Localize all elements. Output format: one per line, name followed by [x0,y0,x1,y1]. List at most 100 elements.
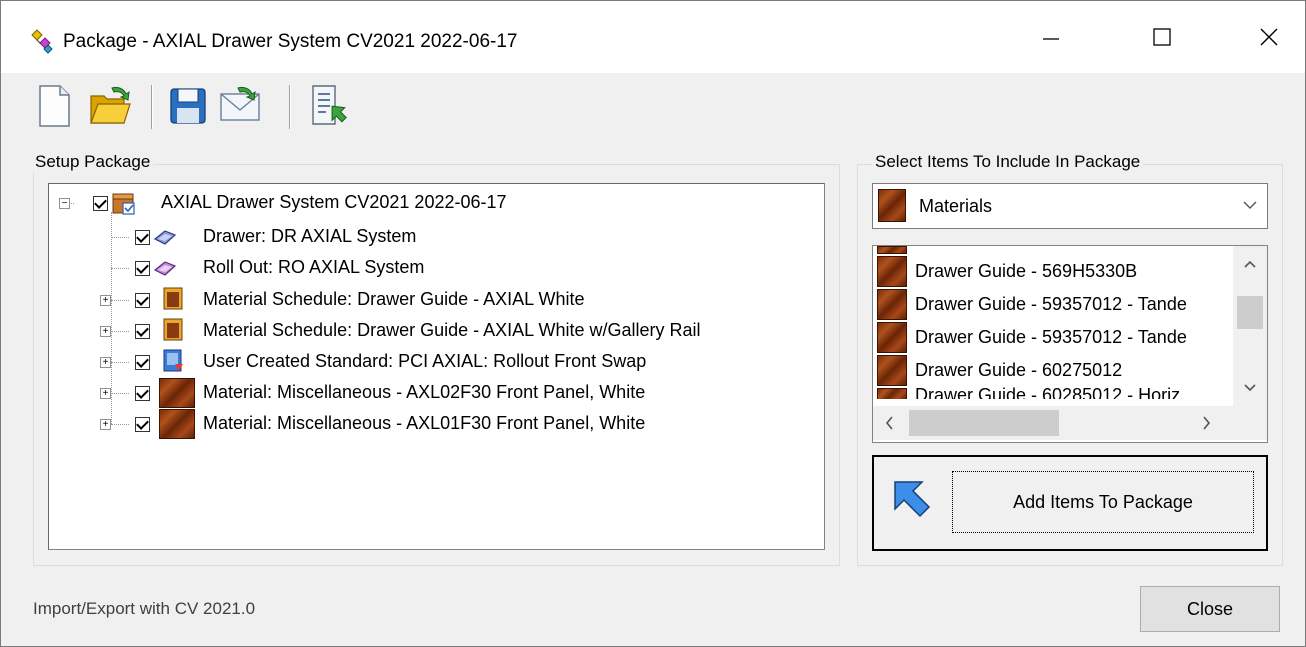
package-tree[interactable]: − AXIAL Drawer System CV2021 2022-06-17 … [48,183,825,550]
tree-item-drawer[interactable]: Drawer: DR AXIAL System [49,222,824,252]
tree-item-label: Material Schedule: Drawer Guide - AXIAL … [203,289,585,309]
list-item[interactable]: Drawer Guide - 569H5330B [875,255,1231,288]
tree-checkbox[interactable] [135,386,150,401]
export-button[interactable] [303,81,353,131]
tree-item-label: Roll Out: RO AXIAL System [203,257,425,277]
tree-checkbox[interactable] [93,196,108,211]
tree-item-material[interactable]: + Material: Miscellaneous - AXL01F30 Fro… [49,409,824,439]
tree-item-label: AXIAL Drawer System CV2021 2022-06-17 [161,192,507,212]
material-wood-icon [159,378,195,408]
tree-checkbox[interactable] [135,230,150,245]
tree-item-root[interactable]: − AXIAL Drawer System CV2021 2022-06-17 [49,188,824,218]
item-type-select[interactable]: Materials [872,183,1268,229]
items-list[interactable]: Drawer Guide - 569H5330B Drawer Guide - … [872,245,1268,443]
app-icon [31,29,53,54]
save-icon [170,88,206,124]
vertical-scroll-thumb[interactable] [1237,296,1263,329]
user-standard-icon [163,349,183,372]
tree-item-label: Material: Miscellaneous - AXL01F30 Front… [203,413,646,433]
collapse-expander[interactable]: − [59,198,70,209]
tree-item-label: Drawer: DR AXIAL System [203,226,417,246]
list-item-label: Drawer Guide - 60275012 [915,360,1123,380]
package-dialog: Package - AXIAL Drawer System CV2021 202… [0,0,1306,647]
open-button[interactable] [85,81,135,131]
maximize-icon [1153,28,1171,46]
status-text: Import/Export with CV 2021.0 [33,599,256,618]
tree-item-material[interactable]: + Material: Miscellaneous - AXL02F30 Fro… [49,378,824,408]
tree-item-material-schedule[interactable]: + Material Schedule: Drawer Guide - AXIA… [49,316,824,346]
email-button[interactable] [215,81,265,131]
setup-package-label: Setup Package [32,152,154,172]
vertical-scrollbar[interactable] [1233,246,1267,406]
list-item-label: Drawer Guide - 569H5330B [915,261,1138,281]
material-schedule-icon [163,318,183,341]
list-item-label: Drawer Guide - 59357012 - Tande [915,327,1187,347]
open-folder-icon [90,86,131,124]
list-item[interactable]: Drawer Guide - 60285012 - Horiz [875,387,1231,399]
close-button[interactable]: Close [1140,586,1280,632]
material-wood-icon [877,256,907,287]
title-bar: Package - AXIAL Drawer System CV2021 202… [1,1,1305,73]
tree-item-rollout[interactable]: Roll Out: RO AXIAL System [49,253,824,283]
list-item[interactable]: Drawer Guide - 60275012 [875,354,1231,387]
tree-checkbox[interactable] [135,261,150,276]
toolbar-separator [151,85,152,129]
material-wood-icon [877,355,907,386]
expand-expander[interactable]: + [100,295,111,306]
email-icon [220,86,260,121]
scroll-up-icon[interactable] [1244,260,1256,268]
rollout-icon [153,261,177,276]
scroll-right-icon[interactable] [1203,416,1211,430]
material-wood-icon [877,322,907,353]
material-schedule-icon [163,287,183,310]
expand-expander[interactable]: + [100,388,111,399]
material-wood-icon [877,388,907,399]
select-items-label: Select Items To Include In Package [872,152,1144,172]
expand-expander[interactable]: + [100,326,111,337]
expand-expander[interactable]: + [100,357,111,368]
close-window-button[interactable] [1239,15,1299,59]
select-value: Materials [919,196,993,216]
scroll-down-icon[interactable] [1244,384,1256,392]
package-icon [112,193,135,215]
list-item-label: Drawer Guide - 59357012 - Tande [915,294,1187,314]
scrollbar-corner [1233,406,1267,440]
arrow-up-left-icon [894,481,931,518]
add-items-label: Add Items To Package [1013,492,1193,512]
tree-item-user-standard[interactable]: + User Created Standard: PCI AXIAL: Roll… [49,347,824,377]
save-button[interactable] [163,81,213,131]
chevron-down-icon [1243,201,1257,209]
minimize-button[interactable] [1021,15,1081,59]
tree-checkbox[interactable] [135,293,150,308]
close-icon [1260,28,1278,46]
tree-checkbox[interactable] [135,324,150,339]
horizontal-scroll-thumb[interactable] [909,410,1059,436]
tree-checkbox[interactable] [135,417,150,432]
material-wood-icon [877,289,907,320]
maximize-button[interactable] [1132,15,1192,59]
drawer-icon [153,230,177,245]
horizontal-scrollbar[interactable] [873,406,1233,440]
new-button[interactable] [29,81,79,131]
tree-item-label: Material Schedule: Drawer Guide - AXIAL … [203,320,701,340]
tree-item-label: Material: Miscellaneous - AXL02F30 Front… [203,382,646,402]
list-item[interactable]: Drawer Guide - 59357012 - Tande [875,321,1231,354]
list-item[interactable]: Drawer Guide - 59357012 - Tande [875,288,1231,321]
export-icon [312,85,347,125]
scroll-left-icon[interactable] [885,416,893,430]
list-item-label: Drawer Guide - 60285012 - Horiz [915,387,1181,399]
minimize-icon [1043,38,1059,40]
toolbar-separator [289,85,290,129]
material-wood-icon [878,189,906,222]
material-wood-icon [159,409,195,439]
tree-item-label: User Created Standard: PCI AXIAL: Rollou… [203,351,647,371]
tree-checkbox[interactable] [135,355,150,370]
window-title: Package - AXIAL Drawer System CV2021 202… [63,31,518,52]
add-items-button[interactable]: Add Items To Package [872,455,1268,551]
expand-expander[interactable]: + [100,419,111,430]
new-file-icon [39,85,70,127]
tree-item-material-schedule[interactable]: + Material Schedule: Drawer Guide - AXIA… [49,285,824,315]
add-items-focus-rect: Add Items To Package [952,471,1254,533]
toolbar [1,73,1305,147]
material-wood-icon [877,246,907,254]
